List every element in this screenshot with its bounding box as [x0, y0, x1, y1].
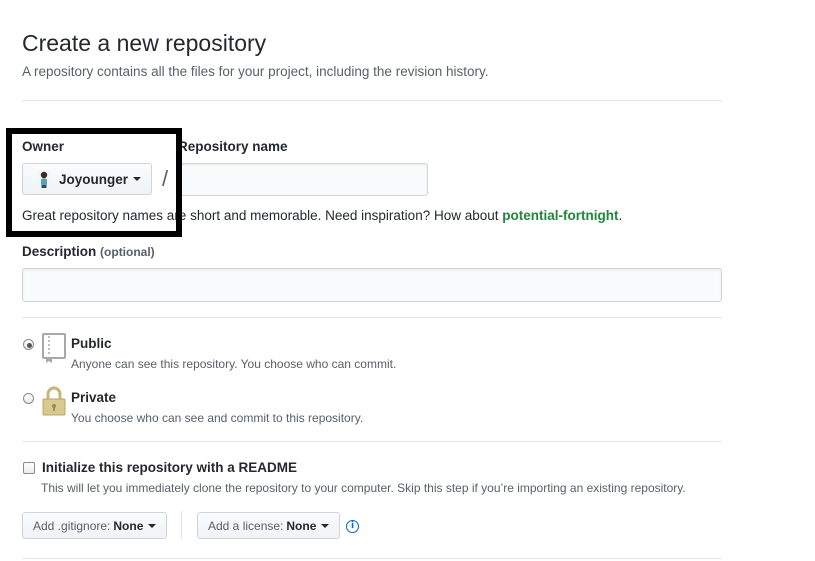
gitignore-select-button[interactable]: Add .gitignore: None	[22, 512, 168, 539]
public-radio[interactable]	[23, 339, 34, 350]
license-select-button[interactable]: Add a license: None	[197, 512, 341, 539]
public-title: Public	[71, 336, 112, 351]
license-prefix: Add a license:	[208, 518, 284, 533]
readme-label[interactable]: Initialize this repository with a README	[42, 460, 297, 475]
divider	[22, 317, 722, 318]
readme-description: This will let you immediately clone the …	[41, 481, 686, 495]
description-label: Description (optional)	[22, 244, 155, 259]
owner-label: Owner	[22, 139, 65, 154]
chevron-down-icon	[321, 523, 330, 528]
repository-name-input[interactable]	[178, 163, 428, 196]
gitignore-prefix: Add .gitignore:	[33, 518, 111, 533]
license-value: None	[286, 518, 317, 533]
hint-text: Great repository names are short and mem…	[22, 208, 503, 223]
info-icon[interactable]: i	[346, 520, 359, 533]
owner-name: Joyounger	[59, 171, 129, 187]
divider	[22, 100, 722, 101]
description-input[interactable]	[22, 268, 722, 302]
repository-name-label: Repository name	[178, 139, 288, 154]
repository-name-hint: Great repository names are short and mem…	[22, 208, 622, 223]
page-title: Create a new repository	[22, 30, 267, 56]
divider	[22, 558, 722, 559]
optional-tag: (optional)	[100, 245, 155, 259]
gitignore-value: None	[113, 518, 144, 533]
readme-checkbox[interactable]	[23, 462, 35, 474]
description-label-text: Description	[22, 244, 97, 259]
private-title: Private	[71, 390, 117, 405]
suggested-name-link[interactable]: potential-fortnight	[502, 208, 618, 223]
private-radio[interactable]	[23, 393, 34, 404]
owner-select-button[interactable]: Joyounger	[22, 163, 152, 195]
private-description: You choose who can see and commit to thi…	[71, 411, 364, 425]
chevron-down-icon	[148, 523, 157, 528]
divider	[181, 511, 182, 539]
avatar	[37, 170, 51, 188]
page-subtitle: A repository contains all the files for …	[22, 64, 489, 79]
repo-book-icon	[41, 333, 67, 363]
hint-suffix: .	[618, 208, 623, 223]
divider	[22, 441, 722, 442]
owner-repo-separator: /	[162, 166, 169, 191]
chevron-down-icon	[133, 177, 142, 181]
public-description: Anyone can see this repository. You choo…	[71, 357, 397, 371]
lock-icon	[41, 386, 67, 416]
